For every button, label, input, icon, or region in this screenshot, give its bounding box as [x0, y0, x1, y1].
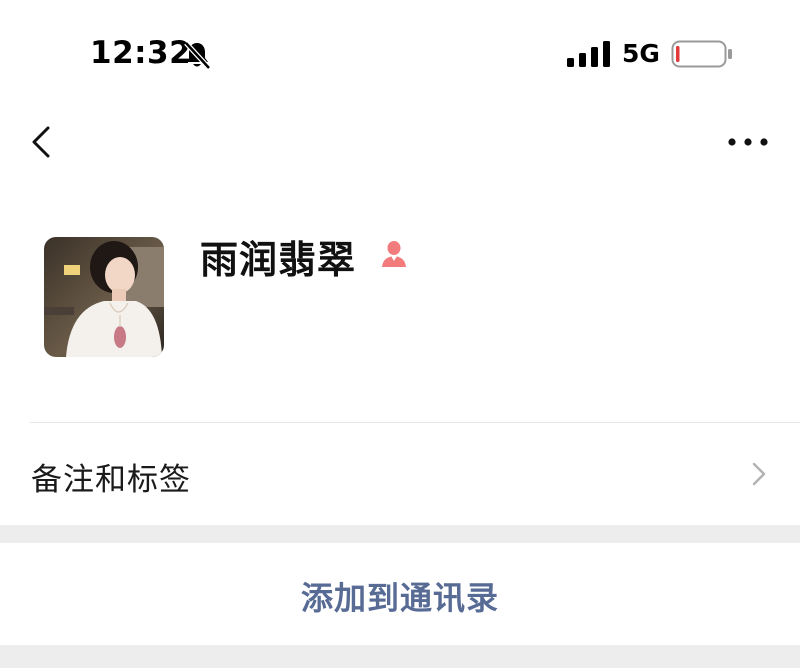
chevron-right-icon: [752, 462, 766, 486]
nav-bar: [0, 100, 800, 182]
add-to-contacts-button[interactable]: 添加到通讯录: [0, 543, 800, 645]
section-gap-bottom: [0, 645, 800, 668]
status-bar: 12:32 5G: [0, 0, 800, 100]
network-type: 5G: [622, 39, 660, 68]
bell-slash-icon: [184, 41, 211, 70]
chevron-left-icon[interactable]: [24, 120, 60, 164]
status-time: 12:32: [90, 35, 192, 71]
signal-bars-icon: [567, 41, 610, 67]
female-icon: [382, 241, 406, 267]
more-dots-icon[interactable]: [722, 124, 776, 160]
profile-header: 雨润翡翠: [0, 182, 800, 422]
battery-low-icon: [671, 40, 732, 68]
remark-tags-label: 备注和标签: [31, 462, 191, 498]
add-to-contacts-label: 添加到通讯录: [300, 579, 499, 617]
remark-tags-row[interactable]: 备注和标签: [0, 423, 800, 525]
avatar[interactable]: [44, 237, 164, 357]
section-gap: [0, 525, 800, 543]
profile-name: 雨润翡翠: [200, 238, 357, 282]
